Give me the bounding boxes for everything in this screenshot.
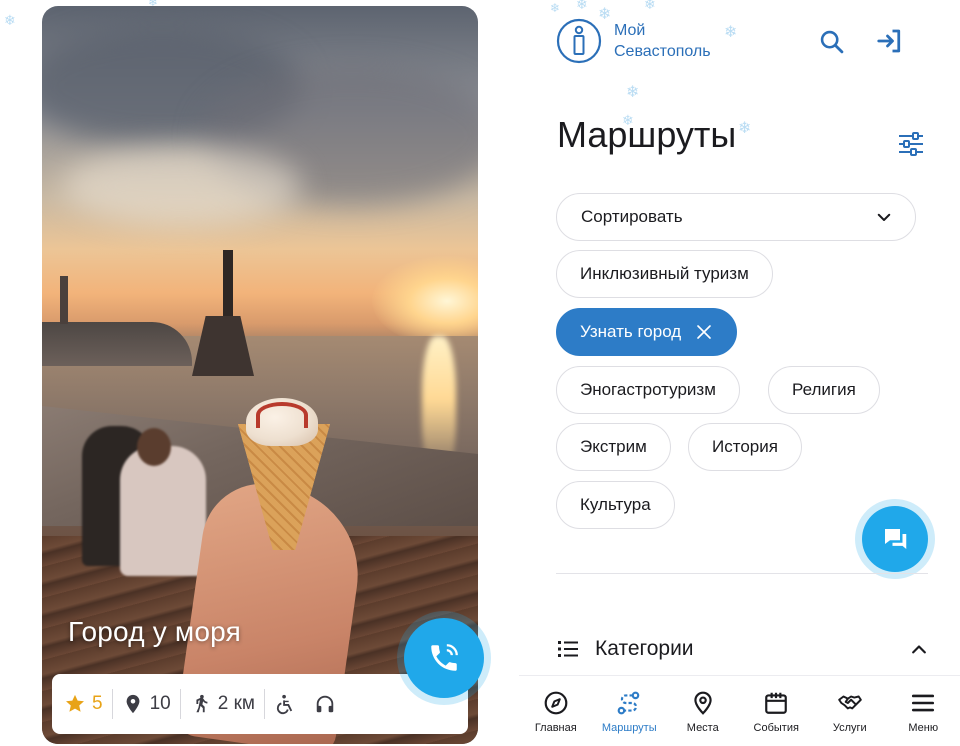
person-head — [137, 428, 171, 466]
route-title: Город у моря — [68, 616, 241, 647]
page-title: Маршруты — [557, 114, 737, 155]
logo-line-2: Севастополь — [614, 43, 711, 60]
chip-label: Культура — [580, 495, 651, 514]
snowflake-icon: ❄ — [724, 22, 738, 41]
chevron-up-icon[interactable] — [909, 639, 929, 659]
snowflake-icon: ❄ — [626, 82, 640, 101]
call-button[interactable] — [404, 618, 484, 698]
person-silhouette — [120, 446, 206, 576]
rating-value: 5 — [92, 693, 103, 714]
nav-routes[interactable]: Маршруты — [593, 690, 665, 734]
bottom-navigation: Главная Маршруты Места События Услуги Ме… — [519, 675, 960, 746]
divider — [556, 573, 928, 574]
chip-label: Экстрим — [580, 437, 647, 456]
chip-label: Эногастротуризм — [580, 380, 716, 399]
chip-enogastro[interactable]: Эногастротуризм — [556, 366, 740, 414]
monument-column — [223, 250, 233, 322]
categories-section-header[interactable]: Категории — [557, 632, 929, 666]
list-icon — [558, 641, 578, 657]
menu-icon — [912, 694, 935, 712]
nav-label: Услуги — [832, 722, 867, 734]
chip-label: Инклюзивный туризм — [580, 264, 749, 283]
nav-events[interactable]: События — [740, 690, 812, 734]
snowflake-icon: ❄ — [738, 118, 752, 137]
places-value: 10 — [149, 693, 171, 714]
nav-services[interactable]: Услуги — [814, 690, 886, 734]
nav-label: Места — [686, 722, 719, 734]
nav-label: Маршруты — [601, 722, 657, 734]
phone-icon — [431, 644, 458, 671]
distance-value: 2 км — [217, 693, 255, 714]
nav-label: Меню — [908, 722, 939, 734]
syrup — [256, 402, 308, 428]
chevron-down-icon — [877, 213, 891, 221]
chip-inclusive-tourism[interactable]: Инклюзивный туризм — [556, 250, 773, 298]
distance: 2 км — [179, 689, 264, 719]
wheelchair-icon — [276, 694, 293, 715]
logo-text: Мой Севастополь — [614, 20, 711, 62]
sliders-icon[interactable] — [896, 130, 926, 158]
shore — [42, 322, 192, 366]
route-info-bar: 5 10 2 км — [52, 674, 468, 734]
snowflake-icon: ❄ — [644, 0, 656, 13]
snowflake-icon: ❄ — [4, 13, 16, 29]
sort-dropdown[interactable]: Сортировать — [556, 193, 916, 241]
logo-line-1: Мой — [614, 22, 646, 39]
info-i-icon — [556, 18, 602, 64]
chip-label: Религия — [792, 380, 856, 399]
map-pin-icon — [126, 694, 139, 714]
sun — [372, 256, 478, 346]
route-icon — [617, 691, 640, 715]
star-icon — [66, 694, 84, 712]
snowflake-icon: ❄ — [576, 0, 588, 13]
close-icon[interactable] — [695, 323, 713, 341]
handshake-icon — [837, 695, 862, 710]
accessibility — [263, 689, 345, 719]
login-arrow-icon[interactable] — [875, 26, 905, 56]
app-logo[interactable]: Мой Севастополь — [556, 18, 711, 64]
nav-label: Главная — [534, 722, 577, 734]
chip-know-city[interactable]: Узнать город — [556, 308, 738, 356]
chip-label: История — [712, 437, 778, 456]
nav-places[interactable]: Места — [667, 690, 739, 734]
walking-icon — [196, 694, 208, 713]
chip-culture[interactable]: Культура — [556, 481, 675, 529]
map-pin-icon — [694, 691, 712, 715]
rating: 5 — [64, 689, 112, 719]
places-count: 10 — [111, 689, 180, 719]
nav-label: События — [753, 722, 799, 734]
lighthouse — [60, 276, 68, 324]
compass-icon — [544, 691, 568, 715]
categories-label: Категории — [595, 637, 694, 660]
chip-religion[interactable]: Религия — [768, 366, 880, 414]
headphones-icon — [316, 695, 334, 713]
cloud — [62, 146, 302, 226]
sort-label: Сортировать — [581, 207, 683, 226]
chip-history[interactable]: История — [688, 423, 802, 471]
chat-button[interactable] — [862, 506, 928, 572]
search-icon[interactable] — [818, 28, 846, 56]
chip-extreme[interactable]: Экстрим — [556, 423, 671, 471]
snowflake-icon: ❄ — [550, 1, 561, 15]
nav-home[interactable]: Главная — [520, 690, 592, 734]
calendar-icon — [765, 692, 788, 714]
chat-icon — [883, 529, 907, 549]
monument-base — [192, 316, 254, 376]
chip-label: Узнать город — [580, 322, 682, 341]
nav-menu[interactable]: Меню — [887, 690, 959, 734]
